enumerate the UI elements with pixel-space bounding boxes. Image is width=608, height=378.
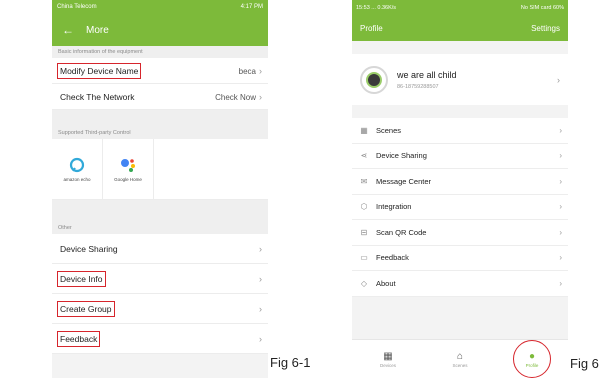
cube-icon: ⬡ [360, 202, 368, 212]
phone-screen-more: China Telecom 4:17 PM ← More Basic infor… [52, 0, 268, 378]
devices-icon: ▦ [383, 350, 393, 362]
google-home-caption: Google Home [114, 176, 142, 182]
check-network-label: Check The Network [60, 91, 135, 102]
chevron-right-icon: › [559, 202, 562, 212]
profile-card[interactable]: we are all child 86-18759288507 › [352, 54, 568, 105]
menu-item-label: Integration [376, 202, 412, 212]
chevron-right-icon: › [259, 303, 262, 314]
user-name: we are all child [397, 69, 457, 80]
device-sharing-label: Device Sharing [60, 243, 118, 254]
phone-screen-profile: 15:53 ... 0.36K/s No SIM card 60% Profil… [352, 0, 568, 378]
status-right: No SIM card 60% [520, 5, 564, 11]
chevron-right-icon: › [259, 243, 262, 254]
menu-item-integration[interactable]: ⬡ Integration › [352, 195, 568, 220]
menu-item-label: Feedback [376, 253, 409, 263]
figure-caption-2: Fig 6 [570, 356, 599, 371]
chevron-right-icon: › [259, 333, 262, 344]
third-party-list: amazon echo Google Home [52, 139, 268, 200]
chevron-right-icon: › [259, 65, 262, 76]
menu-item-device-sharing[interactable]: ⋖ Device Sharing › [352, 144, 568, 169]
page-title: More [86, 24, 109, 36]
menu-item-label: Scan QR Code [376, 227, 427, 237]
device-name-value: beca [238, 66, 256, 76]
tab-label: Scenes [452, 362, 468, 368]
profile-menu: ▦ Scenes › ⋖ Device Sharing › ✉ Message … [352, 118, 568, 297]
alexa-icon [69, 157, 85, 172]
chevron-right-icon: › [559, 176, 562, 186]
status-carrier: China Telecom [57, 4, 97, 10]
menu-item-message-center[interactable]: ✉ Message Center › [352, 169, 568, 195]
chevron-right-icon: › [259, 91, 262, 102]
section-header-other: Other [52, 222, 268, 234]
menu-item-label: Device Sharing [376, 151, 427, 161]
device-sharing-row[interactable]: Device Sharing › [52, 234, 268, 264]
tab-scenes[interactable]: ⌂ Scenes [435, 351, 485, 368]
feedback-row[interactable]: Feedback › [52, 324, 268, 354]
modify-device-name-label: Modify Device Name [56, 62, 142, 79]
share-icon: ⋖ [360, 151, 368, 161]
chevron-right-icon: › [559, 125, 562, 135]
user-phone: 86-18759288507 [397, 83, 439, 90]
create-group-row[interactable]: Create Group › [52, 294, 268, 324]
menu-item-feedback[interactable]: ▭ Feedback › [352, 246, 568, 271]
status-left: 15:53 ... 0.36K/s [356, 5, 397, 11]
feedback-label: Feedback [56, 330, 101, 347]
menu-item-label: Scenes [376, 125, 402, 135]
tab-devices[interactable]: ▦ Devices [363, 351, 413, 368]
highlight-ring [513, 339, 551, 378]
google-home-tile[interactable]: Google Home [103, 139, 154, 199]
device-info-row[interactable]: Device Info › [52, 264, 268, 294]
app-bar: ← More [52, 14, 268, 46]
status-bar: China Telecom 4:17 PM [52, 0, 268, 14]
chevron-right-icon: › [559, 253, 562, 263]
page-title: Profile [360, 24, 383, 33]
check-network-row[interactable]: Check The Network Check Now › [52, 84, 268, 110]
feedback-icon: ▭ [360, 253, 368, 263]
chevron-right-icon: › [259, 273, 262, 284]
menu-item-label: Message Center [376, 176, 432, 186]
home-icon: ⌂ [456, 350, 464, 362]
status-bar: 15:53 ... 0.36K/s No SIM card 60% [352, 0, 568, 16]
menu-item-scan-qr[interactable]: ⊟ Scan QR Code › [352, 220, 568, 246]
tab-label: Devices [379, 362, 396, 368]
chevron-right-icon: › [557, 74, 560, 85]
chevron-right-icon: › [559, 278, 562, 288]
settings-link[interactable]: Settings [531, 24, 560, 33]
menu-item-label: About [376, 278, 396, 288]
section-header-basic: Basic information of the equipment [52, 46, 268, 58]
section-header-third-party: Supported Third-party Control [52, 127, 268, 139]
create-group-label: Create Group [57, 300, 115, 317]
app-bar: Profile Settings [352, 16, 568, 41]
diamond-icon: ◇ [360, 278, 368, 288]
check-now-value: Check Now [215, 92, 256, 102]
alexa-tile[interactable]: amazon echo [52, 139, 103, 199]
back-arrow-icon[interactable]: ← [62, 23, 74, 37]
alexa-caption: amazon echo [63, 176, 91, 182]
google-assistant-icon [121, 158, 135, 172]
chevron-right-icon: › [559, 151, 562, 161]
chevron-right-icon: › [559, 227, 562, 237]
status-time: 4:17 PM [240, 4, 263, 10]
mail-icon: ✉ [360, 176, 368, 186]
menu-item-about[interactable]: ◇ About › [352, 271, 568, 297]
menu-item-scenes[interactable]: ▦ Scenes › [352, 118, 568, 144]
grid-icon: ▦ [360, 125, 368, 135]
bottom-tab-bar: ▦ Devices ⌂ Scenes ● Profile [352, 339, 568, 378]
figure-caption-1: Fig 6-1 [270, 355, 311, 370]
tab-profile[interactable]: ● Profile [507, 339, 557, 378]
scan-icon: ⊟ [360, 227, 368, 237]
modify-device-name-row[interactable]: Modify Device Name beca › [52, 58, 268, 84]
avatar [360, 65, 388, 94]
device-info-label: Device Info [57, 270, 106, 287]
